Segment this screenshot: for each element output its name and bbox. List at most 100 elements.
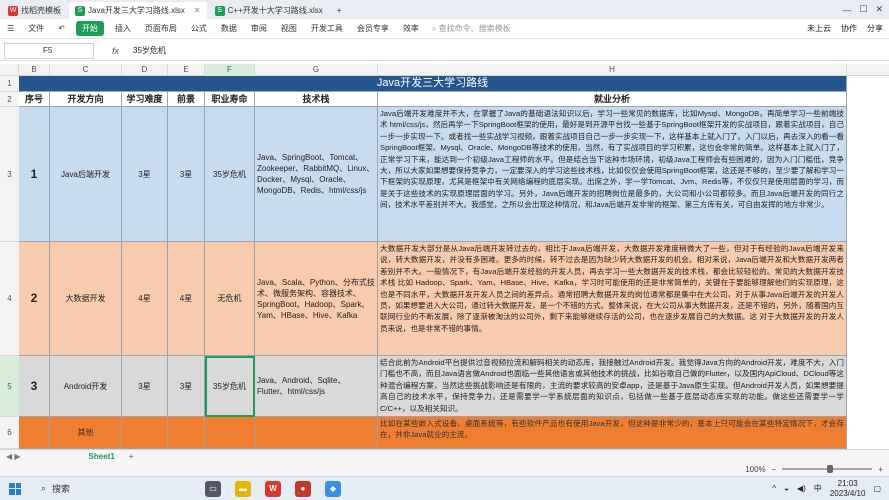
- row3-stack[interactable]: Java、Android、Sqlite、Flutter、html/css/js: [255, 356, 378, 417]
- header-analysis[interactable]: 就业分析: [378, 92, 847, 107]
- menu-efficiency[interactable]: 效率: [396, 23, 426, 34]
- ribbon-menu: ☰ 文件 ↶ 开始 插入 页面布局 公式 数据 审阅 视图 开发工具 会员专享 …: [0, 19, 889, 39]
- file-menu[interactable]: 文件: [21, 23, 51, 34]
- zoom-out-icon[interactable]: −: [772, 465, 777, 474]
- minimize-button[interactable]: —: [842, 5, 851, 15]
- share-button[interactable]: 分享: [867, 23, 883, 34]
- col-header-g[interactable]: G: [255, 64, 378, 76]
- tab-java-xlsx[interactable]: S Java开发三大学习路线.xlsx ✕: [69, 2, 207, 19]
- add-sheet-button[interactable]: +: [129, 452, 134, 461]
- row1-stack[interactable]: Java、SpringBoot、Tomcat、Zookeeper、RabbitM…: [255, 107, 378, 242]
- sheet-tab-sheet1[interactable]: Sheet1: [81, 452, 123, 461]
- wps-office-icon[interactable]: W: [265, 480, 281, 497]
- tab-cpp-xlsx[interactable]: S C++开发十大学习路线.xlsx: [209, 2, 329, 19]
- row-header-5[interactable]: 5: [0, 356, 19, 417]
- zoom-level[interactable]: 100%: [745, 465, 765, 474]
- fx-icon[interactable]: fx: [112, 46, 119, 56]
- menu-developer[interactable]: 开发工具: [304, 23, 350, 34]
- row2-number[interactable]: 2: [19, 242, 50, 356]
- windows-start-icon[interactable]: [9, 482, 21, 495]
- col-header-b[interactable]: B: [19, 64, 50, 76]
- row4-number[interactable]: [19, 417, 50, 449]
- header-difficulty[interactable]: 学习难度: [122, 92, 168, 107]
- menu-page-layout[interactable]: 页面布局: [138, 23, 184, 34]
- row2-stack[interactable]: Java、Scala、Python、分布式技术、微服务架构、容器技术、Sprin…: [255, 242, 378, 356]
- notifications-icon[interactable]: ▢: [873, 484, 881, 493]
- row4-difficulty[interactable]: [122, 417, 168, 449]
- header-stack[interactable]: 技术栈: [255, 92, 378, 107]
- col-header-c[interactable]: C: [50, 64, 122, 76]
- menu-insert[interactable]: 插入: [108, 23, 138, 34]
- header-career[interactable]: 职业寿命: [205, 92, 255, 107]
- row4-prospect[interactable]: [168, 417, 205, 449]
- menu-formulas[interactable]: 公式: [184, 23, 214, 34]
- row1-number[interactable]: 1: [19, 107, 50, 242]
- sheet-title[interactable]: Java开发三大学习路线: [19, 76, 847, 92]
- row3-difficulty[interactable]: 3星: [122, 356, 168, 417]
- row4-direction[interactable]: 其他: [50, 417, 122, 449]
- row4-analysis[interactable]: 比如在某些嵌入式设备、桌面系统等，有些软件产品也有使用Java开发，但这种是非常…: [378, 417, 847, 449]
- chevron-up-icon[interactable]: ^: [772, 484, 776, 493]
- col-header-e[interactable]: E: [168, 64, 205, 76]
- row2-prospect[interactable]: 4星: [168, 242, 205, 356]
- col-header-f[interactable]: F: [205, 64, 255, 76]
- menu-start[interactable]: 开始: [75, 21, 104, 36]
- input-language[interactable]: 中: [814, 483, 822, 494]
- row1-direction[interactable]: Java后端开发: [50, 107, 122, 242]
- header-direction[interactable]: 开发方向: [50, 92, 122, 107]
- undo-icon[interactable]: ↶: [51, 24, 72, 33]
- screen-recorder-icon[interactable]: ●: [295, 480, 311, 497]
- app-icon[interactable]: ◆: [325, 480, 341, 497]
- collaborate-button[interactable]: 协作: [841, 23, 857, 34]
- row1-analysis[interactable]: Java后端开发难度并不大，在掌握了Java的基础语法知识以后，学习一些常见的数…: [378, 107, 847, 242]
- name-box[interactable]: F5: [4, 42, 94, 59]
- cloud-status[interactable]: 未上云: [807, 23, 831, 34]
- row1-career[interactable]: 35岁危机: [205, 107, 255, 242]
- row3-analysis[interactable]: 结合此前为Android平台提供过音视频拉流和解码相关的动态库，我接触过Andr…: [378, 356, 847, 417]
- row3-career-selected[interactable]: 35岁危机: [205, 356, 255, 417]
- col-header-h[interactable]: H: [378, 64, 847, 76]
- taskbar-clock[interactable]: 21:03 2023/4/10: [830, 479, 866, 499]
- col-header-d[interactable]: D: [122, 64, 168, 76]
- header-prospect[interactable]: 前景: [168, 92, 205, 107]
- menu-data[interactable]: 数据: [214, 23, 244, 34]
- row-header-3[interactable]: 3: [0, 107, 19, 242]
- close-tab-icon[interactable]: ✕: [194, 6, 201, 15]
- header-number[interactable]: 序号: [19, 92, 50, 107]
- command-search[interactable]: ⌕ 查找命令、搜索模板: [432, 23, 511, 34]
- row2-career[interactable]: 无危机: [205, 242, 255, 356]
- menu-review[interactable]: 审阅: [244, 23, 274, 34]
- file-explorer-icon[interactable]: ▬: [235, 480, 251, 497]
- maximize-button[interactable]: ☐: [859, 4, 867, 15]
- zoom-slider[interactable]: [782, 465, 873, 473]
- row4-stack[interactable]: [255, 417, 378, 449]
- taskbar-search[interactable]: ⌕ 搜索: [41, 482, 191, 495]
- network-icon[interactable]: ◒: [784, 484, 789, 493]
- row1-prospect[interactable]: 3星: [168, 107, 205, 242]
- row3-direction[interactable]: Android开发: [50, 356, 122, 417]
- volume-icon[interactable]: ◀): [797, 484, 806, 493]
- tab-template[interactable]: W 找稻壳模板: [2, 2, 67, 19]
- menu-view[interactable]: 视图: [274, 23, 304, 34]
- menu-member[interactable]: 会员专享: [350, 23, 396, 34]
- row-header-1[interactable]: 1: [0, 76, 19, 92]
- row-header-6[interactable]: 6: [0, 417, 19, 449]
- sheet-nav-icon[interactable]: ◀ ▶: [6, 452, 21, 461]
- menu-icon[interactable]: ☰: [0, 24, 21, 33]
- row3-number[interactable]: 3: [19, 356, 50, 417]
- row4-career[interactable]: [205, 417, 255, 449]
- row1-difficulty[interactable]: 3星: [122, 107, 168, 242]
- zoom-in-icon[interactable]: +: [878, 465, 883, 474]
- add-tab-button[interactable]: +: [331, 2, 348, 19]
- row-header-4[interactable]: 4: [0, 242, 19, 356]
- close-window-button[interactable]: ✕: [875, 4, 883, 15]
- row-header-2[interactable]: 2: [0, 92, 19, 107]
- formula-input[interactable]: 35岁危机: [133, 45, 166, 56]
- row2-direction[interactable]: 大数据开发: [50, 242, 122, 356]
- zoom-slider-knob[interactable]: [827, 465, 834, 473]
- row3-prospect[interactable]: 3星: [168, 356, 205, 417]
- select-all-corner[interactable]: [0, 64, 19, 76]
- task-view-icon[interactable]: ▭: [205, 480, 221, 497]
- row2-analysis[interactable]: 大数据开发大部分是从Java后端开发转过去的，相比于Java后端开发，大数据开发…: [378, 242, 847, 356]
- row2-difficulty[interactable]: 4星: [122, 242, 168, 356]
